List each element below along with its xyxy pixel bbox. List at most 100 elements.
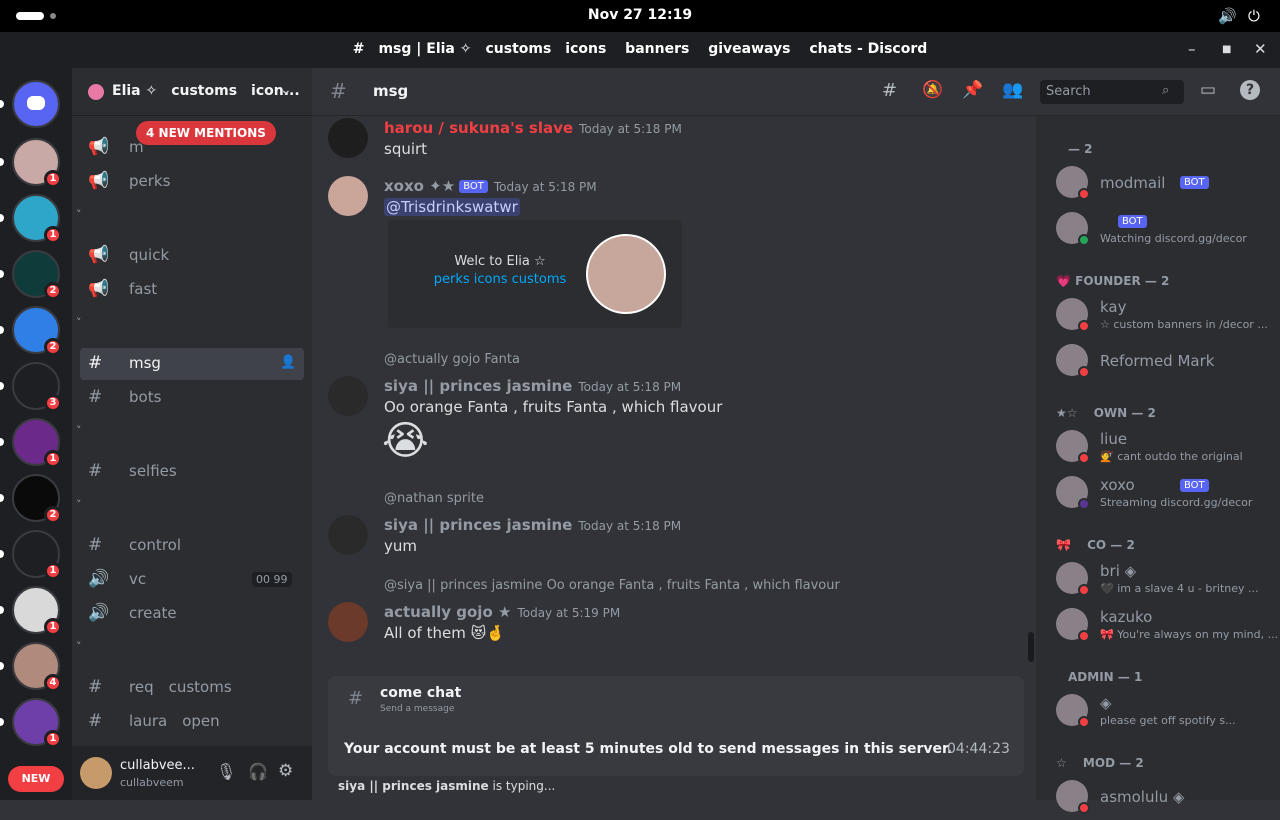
avatar[interactable] bbox=[80, 757, 112, 789]
member-item[interactable]: kazuko 🎀 You're always on my mind, ... bbox=[1056, 604, 1278, 648]
inbox-icon[interactable]: ▭ bbox=[1200, 80, 1216, 100]
message-composer: # come chat Send a message Your account … bbox=[328, 676, 1024, 776]
minimize-icon[interactable]: – bbox=[1188, 40, 1196, 58]
reply-preview[interactable]: @nathan sprite bbox=[384, 491, 484, 506]
headphones-icon[interactable]: 🎧 bbox=[248, 762, 268, 781]
channel-8[interactable]: 🔊 vc 00 99 bbox=[80, 564, 304, 596]
scrollbar[interactable] bbox=[1028, 632, 1034, 662]
channel-name: msg bbox=[114, 354, 161, 372]
gear-icon[interactable]: ⚙ bbox=[278, 761, 293, 781]
avatar[interactable] bbox=[328, 515, 368, 555]
avatar[interactable] bbox=[328, 602, 368, 642]
channel-4[interactable]: # msg 👤 bbox=[80, 348, 304, 380]
bot-badge: BOT bbox=[459, 180, 488, 193]
window-title: # msg | Elia ✧ customs icons banners giv… bbox=[352, 41, 928, 57]
new-mentions-pill[interactable]: 4 NEW MENTIONS bbox=[136, 121, 276, 145]
author-name[interactable]: actually gojo ★ bbox=[384, 603, 511, 621]
member-item[interactable]: xoxo BOT Streaming discord.gg/decor bbox=[1056, 472, 1276, 516]
power-icon[interactable]: ⏻ bbox=[1248, 7, 1260, 25]
server-icon[interactable]: 1 bbox=[12, 138, 62, 188]
member-item[interactable]: asmolulu ◈ bbox=[1056, 776, 1276, 820]
category-header[interactable]: ˅ bbox=[76, 208, 96, 221]
server-icon[interactable]: 4 bbox=[12, 642, 62, 692]
reply-preview[interactable]: @actually gojo Fanta bbox=[384, 352, 520, 367]
volume-icon[interactable]: 🔊 bbox=[1218, 7, 1237, 25]
server-icon[interactable]: 1 bbox=[12, 418, 62, 468]
channel-11[interactable]: # laura open bbox=[80, 706, 304, 738]
embed-line2[interactable]: perks icons customs bbox=[388, 272, 612, 287]
mute-bell-icon[interactable]: 🔕 bbox=[922, 80, 943, 100]
server-icon[interactable]: 3 bbox=[12, 362, 62, 412]
maximize-icon[interactable]: ■ bbox=[1222, 44, 1231, 55]
avatar[interactable] bbox=[328, 376, 368, 416]
author-name[interactable]: harou / sukuna's slave bbox=[384, 119, 573, 137]
typing-suffix: is typing... bbox=[488, 779, 556, 793]
channel-2[interactable]: 📢 quick bbox=[80, 240, 304, 272]
channel-9[interactable]: 🔊 create bbox=[80, 598, 304, 630]
member-item[interactable]: Reformed Mark bbox=[1056, 340, 1276, 384]
member-group-header: — 2 bbox=[1056, 142, 1093, 156]
member-item[interactable]: bri ◈ 🖤 im a slave 4 u - britney ... bbox=[1056, 558, 1276, 602]
member-name: liue bbox=[1100, 430, 1128, 448]
server-unread-pip bbox=[0, 662, 4, 670]
server-unread-pip bbox=[0, 326, 4, 334]
message-header: siya || princes jasmine Today at 5:18 PM bbox=[384, 376, 681, 395]
server-icon[interactable]: 1 bbox=[12, 698, 62, 748]
server-icon[interactable]: 1 bbox=[12, 194, 62, 244]
member-item[interactable]: liue 💇 cant outdo the original bbox=[1056, 426, 1276, 470]
channel-5[interactable]: # bots bbox=[80, 382, 304, 414]
channel-3[interactable]: 📢 fast bbox=[80, 274, 304, 306]
new-servers-pill[interactable]: NEW bbox=[8, 766, 64, 792]
member-item[interactable]: modmail BOT bbox=[1056, 162, 1276, 206]
member-list-icon[interactable]: 👥 bbox=[1002, 80, 1023, 100]
category-header[interactable]: ˅ bbox=[76, 316, 82, 329]
channel-name: fast bbox=[114, 280, 158, 298]
threads-icon[interactable]: # bbox=[882, 80, 897, 101]
user-name[interactable]: cullabvee... bbox=[120, 758, 195, 773]
hash-icon: # bbox=[88, 461, 103, 481]
channel-1[interactable]: 📢 perks bbox=[80, 166, 304, 198]
close-icon[interactable]: ✕ bbox=[1254, 40, 1267, 58]
help-icon[interactable]: ? bbox=[1240, 80, 1260, 100]
typing-user: siya || princes jasmine bbox=[338, 779, 489, 793]
member-name: Reformed Mark bbox=[1100, 352, 1215, 370]
category-header[interactable]: ˅ bbox=[76, 498, 96, 511]
channel-name: selfies bbox=[114, 462, 177, 480]
server-icon[interactable]: 1 bbox=[12, 530, 62, 580]
search-input[interactable]: Search ⌕ bbox=[1040, 80, 1184, 104]
reply-preview[interactable]: @siya || princes jasmine Oo orange Fanta… bbox=[384, 578, 840, 593]
server-icon[interactable] bbox=[12, 80, 60, 128]
pin-icon[interactable]: 📌 bbox=[962, 80, 983, 100]
avatar[interactable] bbox=[328, 118, 368, 158]
window-titlebar: # msg | Elia ✧ customs icons banners giv… bbox=[0, 32, 1280, 68]
member-item[interactable]: kay ☆ custom banners in /decor ... bbox=[1056, 294, 1276, 338]
channel-name: perks bbox=[114, 172, 171, 190]
avatar[interactable] bbox=[328, 176, 368, 216]
member-group-header: ADMIN — 1 bbox=[1056, 670, 1143, 684]
author-name[interactable]: xoxo ✦★ bbox=[384, 177, 455, 195]
member-group-header: 💗 FOUNDER — 2 bbox=[1056, 274, 1170, 288]
microphone-icon[interactable]: 🎙 bbox=[216, 762, 236, 781]
member-name: xoxo bbox=[1100, 476, 1135, 494]
guild-header[interactable]: Elia ✧ customs icon... ⌄ bbox=[72, 68, 312, 116]
channel-6[interactable]: # selfies bbox=[80, 456, 304, 488]
message-header: siya || princes jasmine Today at 5:18 PM bbox=[384, 515, 681, 534]
author-name[interactable]: siya || princes jasmine bbox=[384, 377, 572, 395]
author-name[interactable]: siya || princes jasmine bbox=[384, 516, 572, 534]
member-item[interactable]: ◈ please get off spotify s... bbox=[1056, 690, 1276, 734]
channel-10[interactable]: # req customs bbox=[80, 672, 304, 704]
server-icon[interactable]: 2 bbox=[12, 250, 62, 300]
member-status: Streaming discord.gg/decor bbox=[1100, 496, 1253, 509]
server-icon[interactable]: 2 bbox=[12, 306, 62, 356]
system-clock[interactable]: Nov 27 12:19 bbox=[0, 7, 1280, 23]
channel-7[interactable]: # control bbox=[80, 530, 304, 562]
server-icon[interactable]: 2 bbox=[12, 474, 62, 524]
server-icon[interactable]: 1 bbox=[12, 586, 62, 636]
member-item[interactable]: BOT Watching discord.gg/decor bbox=[1056, 208, 1276, 252]
category-header[interactable]: ˅ bbox=[76, 424, 96, 437]
announcement-icon: 📢 bbox=[88, 171, 110, 191]
hash-icon: # bbox=[88, 711, 103, 731]
category-header[interactable]: ˅ bbox=[76, 640, 96, 653]
user-tag: cullabveem bbox=[120, 776, 184, 789]
add-member-icon[interactable]: 👤 bbox=[280, 355, 296, 370]
